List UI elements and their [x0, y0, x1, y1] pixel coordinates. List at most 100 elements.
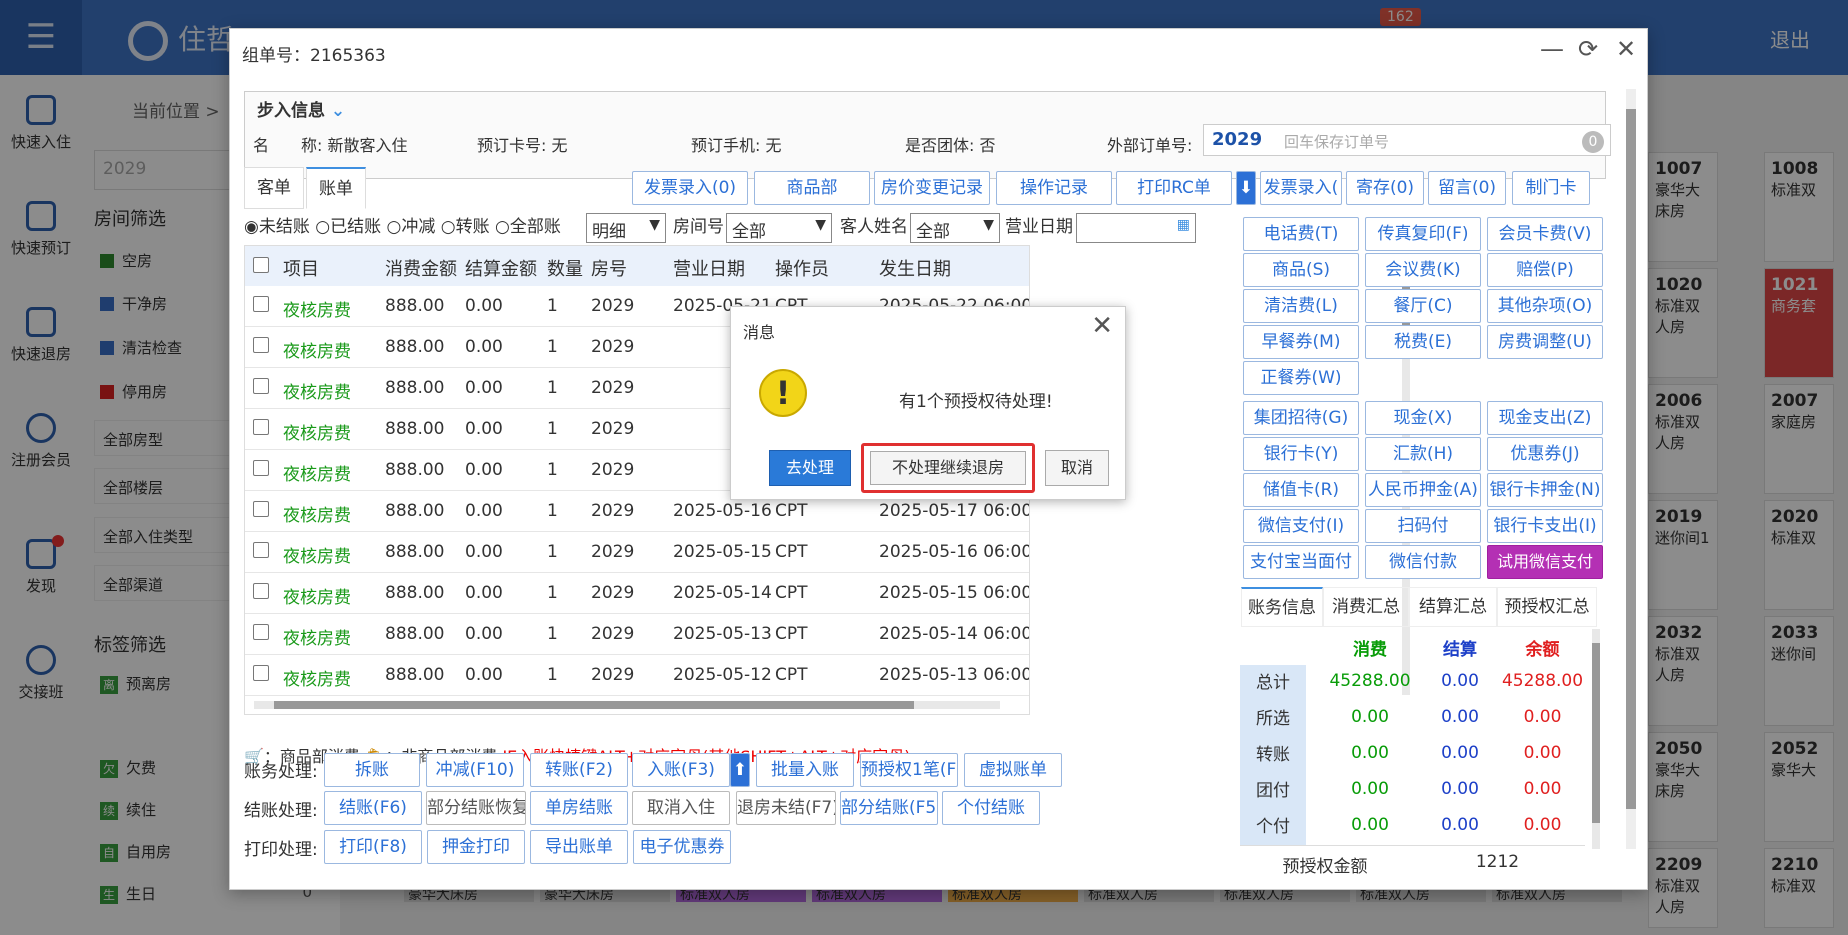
- print-button-0[interactable]: 打印(F8): [324, 830, 422, 864]
- radio-offset[interactable]: ○冲减: [387, 217, 436, 237]
- table-hscroll[interactable]: [254, 701, 1000, 709]
- radio-unsettled[interactable]: ◉未结账: [244, 217, 310, 237]
- go-handle-button[interactable]: 去处理: [769, 450, 851, 486]
- settle-button-6[interactable]: 个付结账: [942, 791, 1040, 825]
- table-row[interactable]: 夜核房费 888.00 0.00 1 2029 2025-05-15 CPT 2025-05-…: [245, 532, 1029, 573]
- arrow-down-icon[interactable]: ⬇: [1236, 171, 1256, 205]
- table-row[interactable]: 夜核房费 888.00 0.00 1 2029 2025-05-13 CPT 2025-05-…: [245, 614, 1029, 655]
- pay-button-11[interactable]: 银行卡支出(I): [1487, 509, 1603, 543]
- charge-button-0[interactable]: 电话费(T): [1243, 217, 1359, 251]
- summary-vscroll[interactable]: [1592, 629, 1600, 849]
- row-checkbox[interactable]: [253, 624, 269, 640]
- charge-button-5[interactable]: 赔偿(P): [1487, 253, 1603, 287]
- pay-button-6[interactable]: 储值卡(R): [1243, 473, 1359, 507]
- tab-settlement-summary[interactable]: 结算汇总: [1409, 587, 1497, 627]
- pay-button-13[interactable]: 微信付款: [1365, 545, 1481, 579]
- row-checkbox[interactable]: [253, 419, 269, 435]
- radio-settled[interactable]: ○已结账: [315, 217, 381, 237]
- pay-button-3[interactable]: 银行卡(Y): [1243, 437, 1359, 471]
- restore-icon[interactable]: ⟳: [1578, 35, 1598, 63]
- account-button-1[interactable]: 冲减(F10): [426, 753, 524, 787]
- select-all-checkbox[interactable]: [253, 257, 269, 273]
- make-key-card-button[interactable]: 制门卡: [1512, 171, 1590, 205]
- pay-button-2[interactable]: 现金支出(Z): [1487, 401, 1603, 435]
- radio-transfer[interactable]: ○转账: [441, 217, 490, 237]
- charge-button-11[interactable]: 房费调整(U): [1487, 325, 1603, 359]
- pay-button-9[interactable]: 微信支付(I): [1243, 509, 1359, 543]
- pay-button-1[interactable]: 现金(X): [1365, 401, 1481, 435]
- close-icon[interactable]: ✕: [1616, 35, 1636, 63]
- charge-button-10[interactable]: 税费(E): [1365, 325, 1481, 359]
- cell-item: 夜核房费: [283, 506, 351, 526]
- charge-button-3[interactable]: 商品(S): [1243, 253, 1359, 287]
- account-button-3[interactable]: 入账(F3): [632, 753, 730, 787]
- account-button-6[interactable]: 虚拟账单: [964, 753, 1062, 787]
- guest-name-select[interactable]: 全部 ▼: [910, 213, 1000, 243]
- invoice-entry-2-button[interactable]: 发票录入(: [1260, 171, 1342, 205]
- continue-checkout-button[interactable]: 不处理继续退房: [870, 451, 1026, 485]
- charge-button-12[interactable]: 正餐券(W): [1243, 361, 1359, 395]
- pay-button-12[interactable]: 支付宝当面付: [1243, 545, 1359, 579]
- ext-order-input[interactable]: 2029 回车保存订单号 0: [1203, 124, 1611, 156]
- tab-consumption-summary[interactable]: 消费汇总: [1323, 587, 1409, 627]
- pay-button-4[interactable]: 汇款(H): [1365, 437, 1481, 471]
- close-icon[interactable]: ✕: [1091, 311, 1113, 341]
- row-checkbox[interactable]: [253, 665, 269, 681]
- minimize-icon[interactable]: —: [1540, 35, 1564, 63]
- settle-button-4[interactable]: 退房未结(F7): [736, 791, 836, 825]
- table-row[interactable]: 夜核房费 888.00 0.00 1 2029 2025-05-14 CPT 2025-05-…: [245, 573, 1029, 614]
- pay-button-7[interactable]: 人民币押金(A): [1365, 473, 1481, 507]
- pay-button-10[interactable]: 扫码付: [1365, 509, 1481, 543]
- room-no-select[interactable]: 全部 ▼: [726, 213, 832, 243]
- charge-button-8[interactable]: 其他杂项(O): [1487, 289, 1603, 323]
- account-button-4[interactable]: 批量入账: [756, 753, 854, 787]
- print-rc-button[interactable]: 打印RC单: [1116, 171, 1232, 205]
- settle-button-5[interactable]: 部分结账(F5): [840, 791, 938, 825]
- bill-filter-radios[interactable]: ◉未结账 ○已结账 ○冲减 ○转账 ○全部账: [244, 212, 561, 237]
- pay-button-8[interactable]: 银行卡押金(N): [1487, 473, 1603, 507]
- rate-change-log-button[interactable]: 房价变更记录: [874, 171, 990, 205]
- pay-button-14[interactable]: 试用微信支付: [1487, 545, 1603, 579]
- row-checkbox[interactable]: [253, 542, 269, 558]
- goods-dept-button[interactable]: 商品部: [754, 171, 870, 205]
- row-checkbox[interactable]: [253, 583, 269, 599]
- tab-bill[interactable]: 账单: [306, 167, 366, 209]
- operation-log-button[interactable]: 操作记录: [996, 171, 1112, 205]
- account-button-5[interactable]: 预授权1笔(F4): [860, 753, 958, 787]
- biz-date-input[interactable]: ▦: [1076, 213, 1196, 243]
- account-button-2[interactable]: 转账(F2): [530, 753, 628, 787]
- charge-button-7[interactable]: 餐厅(C): [1365, 289, 1481, 323]
- settle-button-2[interactable]: 单房结账: [530, 791, 628, 825]
- detail-select[interactable]: 明细 ▼: [586, 213, 666, 243]
- row-checkbox[interactable]: [253, 296, 269, 312]
- row-checkbox[interactable]: [253, 501, 269, 517]
- cancel-button[interactable]: 取消: [1045, 450, 1109, 486]
- row-checkbox[interactable]: [253, 378, 269, 394]
- settle-button-1[interactable]: 部分结账恢复: [426, 791, 526, 825]
- pay-button-0[interactable]: 集团招待(G): [1243, 401, 1359, 435]
- invoice-entry-button[interactable]: 发票录入(0): [632, 171, 748, 205]
- row-checkbox[interactable]: [253, 460, 269, 476]
- message-button[interactable]: 留言(0): [1428, 171, 1506, 205]
- charge-button-1[interactable]: 传真复印(F): [1365, 217, 1481, 251]
- arrow-up-icon[interactable]: ⬆: [730, 753, 750, 787]
- tab-guest-order[interactable]: 客单: [244, 167, 304, 209]
- row-checkbox[interactable]: [253, 337, 269, 353]
- print-button-1[interactable]: 押金打印: [427, 830, 525, 864]
- print-button-3[interactable]: 电子优惠券: [633, 830, 731, 864]
- settle-button-3[interactable]: 取消入住: [632, 791, 730, 825]
- charge-button-4[interactable]: 会议费(K): [1365, 253, 1481, 287]
- account-button-0[interactable]: 拆账: [324, 753, 420, 787]
- tab-account-info[interactable]: 账务信息: [1241, 587, 1323, 627]
- print-button-2[interactable]: 导出账单: [530, 830, 628, 864]
- charge-button-6[interactable]: 清洁费(L): [1243, 289, 1359, 323]
- radio-all[interactable]: ○全部账: [495, 217, 561, 237]
- charge-button-9[interactable]: 早餐券(M): [1243, 325, 1359, 359]
- charge-button-2[interactable]: 会员卡费(V): [1487, 217, 1603, 251]
- tab-preauth-summary[interactable]: 预授权汇总: [1497, 587, 1597, 627]
- dialog-vscroll[interactable]: [1626, 89, 1636, 849]
- table-row[interactable]: 夜核房费 888.00 0.00 1 2029 2025-05-12 CPT 2025-05-…: [245, 655, 1029, 696]
- deposit-storage-button[interactable]: 寄存(0): [1346, 171, 1424, 205]
- settle-button-0[interactable]: 结账(F6): [324, 791, 422, 825]
- pay-button-5[interactable]: 优惠券(J): [1487, 437, 1603, 471]
